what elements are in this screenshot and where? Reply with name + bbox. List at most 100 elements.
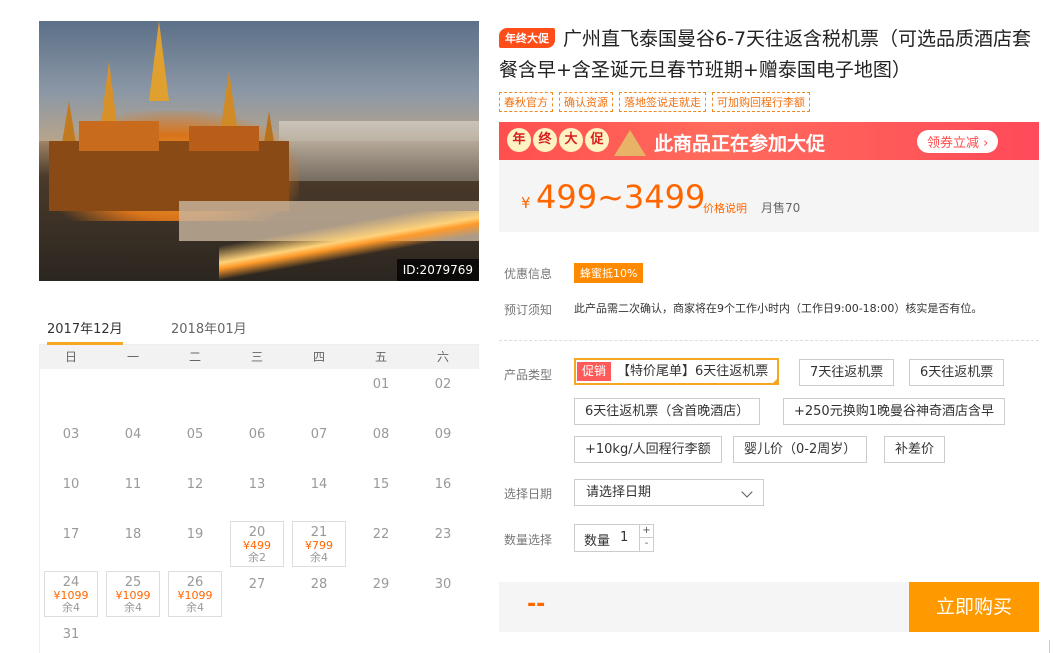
weekday-label: 三 [250,350,263,364]
calendar-day: 22 [350,519,412,569]
day-number: 14 [310,477,328,492]
calendar-day-available[interactable]: 21 ¥799 余4 [292,521,346,567]
notice-label: 预订须知 [504,303,553,317]
tab-month-next[interactable]: 2018年01月 [171,318,247,345]
feature-badge: 确认资源 [559,92,613,112]
promo-tag: 年终大促 [499,28,555,48]
day-number: 10 [62,477,80,492]
get-coupon-button[interactable]: 领券立减 › [917,130,999,153]
weekday-label: 四 [312,350,325,364]
calendar-day: 13 [226,469,288,519]
day-number: 13 [248,477,266,492]
day-number: 18 [124,527,142,542]
calendar-day-available[interactable]: 26 ¥1099 余4 [168,571,222,617]
calendar-day: 01 [350,369,412,419]
calendar-day-available[interactable]: 20 ¥499 余2 [230,521,284,567]
date-select-value: 请选择日期 [586,485,652,500]
price-box: ¥ 499~3499 价格说明 月售70 [499,160,1039,232]
quantity-value[interactable]: 1 [620,530,628,545]
product-title: 广州直飞泰国曼谷6-7天往返含税机票（可选品质酒店套餐含早+含圣诞元旦春节班期+… [499,28,1032,81]
day-number: 20 [248,525,266,540]
calendar-day [288,369,350,419]
banner-badge: 年 终 大 促 [507,128,609,152]
day-number: 19 [186,527,204,542]
quantity-plus-button[interactable]: + [639,525,653,538]
calendar-day: 05 [164,419,226,469]
feature-badge: 落地签说走就走 [619,92,706,112]
calendar-day-available[interactable]: 24 ¥1099 余4 [44,571,98,617]
calendar-day: 23 [412,519,474,569]
hero-city [279,121,479,181]
day-number: 24 [62,575,80,590]
calendar-day: 10 [40,469,102,519]
weekday-label: 日 [64,350,77,364]
banner-char: 年 [507,128,531,152]
product-type-label: 产品类型 [504,368,553,382]
price-explain-link[interactable]: 价格说明 [703,200,747,216]
day-stock: 余2 [248,551,266,564]
option-6day-hotel[interactable]: 6天往返机票（含首晚酒店） [574,398,761,425]
quantity-stepper[interactable]: 数量 1 + - [574,524,654,552]
divider [499,340,1039,341]
currency-symbol: ¥ [521,194,531,212]
feature-badge: 春秋官方 [499,92,553,112]
calendar-day: 28 [288,569,350,619]
calendar-day: 31 [40,619,102,653]
calendar-day: 07 [288,419,350,469]
day-number: 17 [62,527,80,542]
option-price-difference[interactable]: 补差价 [884,436,946,463]
day-number: 11 [124,477,142,492]
calendar-day: 04 [102,419,164,469]
buy-now-button[interactable]: 立即购买 [909,582,1039,632]
day-number: 21 [310,525,328,540]
monthly-sales: 月售70 [761,201,801,215]
calendar-day: 09 [412,419,474,469]
calendar-day: 14 [288,469,350,519]
image-id-label: ID:2079769 [396,259,479,281]
calendar: 日 一 二 三 四 五 六 01 02 03 04 05 06 07 08 09 10 11 12 13… [39,345,479,653]
hero-temple-silhouette [49,21,289,211]
option-7day[interactable]: 7天往返机票 [799,359,895,386]
option-hotel-upgrade[interactable]: +250元换购1晚曼谷神奇酒店含早 [783,398,1005,425]
option-label: 【特价尾单】6天往返机票 [617,364,769,379]
option-special-6day-selected[interactable]: 促销 【特价尾单】6天往返机票 [574,358,780,385]
pyramid-icon [614,130,646,156]
calendar-day: 30 [412,569,474,619]
option-infant[interactable]: 婴儿价（0-2周岁） [733,436,868,463]
feature-badges: 春秋官方 确认资源 落地签说走就走 可加购回程行李额 [499,92,810,112]
day-number: 31 [62,627,80,642]
banner-char: 终 [533,128,557,152]
day-number [102,369,164,377]
calendar-day: 08 [350,419,412,469]
option-6day[interactable]: 6天往返机票 [909,359,1005,386]
calendar-day-available[interactable]: 25 ¥1099 余4 [106,571,160,617]
day-number: 09 [434,427,452,442]
day-number: 04 [124,427,142,442]
sale-tag: 促销 [577,362,612,381]
day-number: 01 [372,377,390,392]
quantity-minus-button[interactable]: - [639,538,653,551]
scrollbar[interactable] [1049,640,1055,653]
option-baggage[interactable]: +10kg/人回程行李额 [574,436,722,463]
calendar-day: 12 [164,469,226,519]
date-select[interactable]: 请选择日期 [574,479,764,506]
tab-month-current[interactable]: 2017年12月 [47,318,123,345]
day-number: 07 [310,427,328,442]
banner-text: 此商品正在参加大促 [654,133,826,155]
calendar-weekday-header: 日 一 二 三 四 五 六 [39,345,479,369]
day-number: 15 [372,477,390,492]
calendar-day-grid: 01 02 03 04 05 06 07 08 09 10 11 12 13 14 15 16 17 18 19 20… [39,369,479,653]
day-number [288,369,350,377]
day-number: 23 [434,527,452,542]
calendar-day: 27 [226,569,288,619]
weekday-label: 五 [374,350,387,364]
day-number [40,369,102,377]
day-stock: 余4 [186,601,204,614]
day-number: 30 [434,577,452,592]
quantity-inner-label: 数量 [584,534,611,549]
banner-char: 大 [559,128,583,152]
day-number: 27 [248,577,266,592]
calendar-day: 15 [350,469,412,519]
day-number: 12 [186,477,204,492]
weekday-label: 六 [436,350,449,364]
